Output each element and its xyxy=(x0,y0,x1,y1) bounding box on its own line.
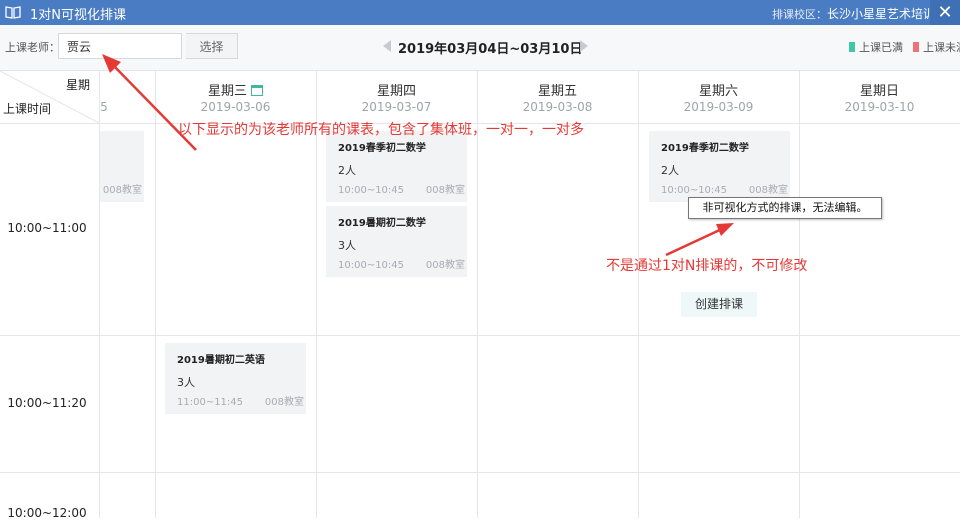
arrow-to-teacher-input xyxy=(102,54,197,151)
arrow-to-tooltip xyxy=(665,223,734,257)
annotation-arrows xyxy=(102,54,734,257)
